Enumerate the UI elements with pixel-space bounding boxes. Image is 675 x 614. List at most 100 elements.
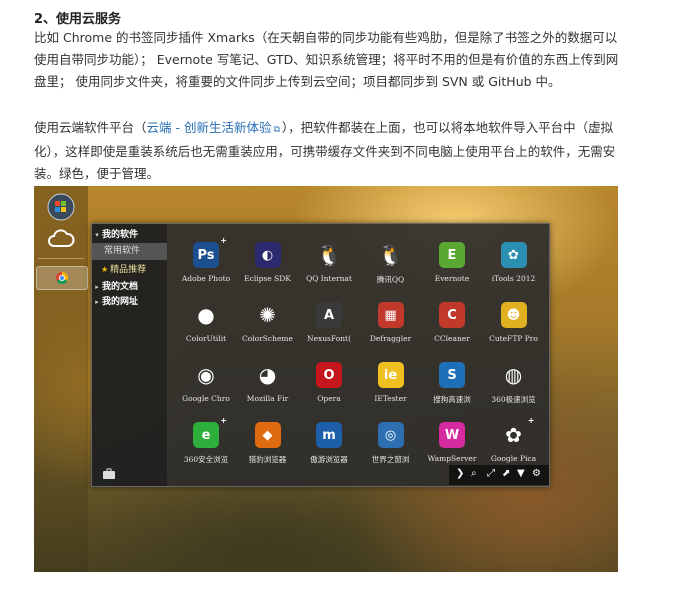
add-plus-icon[interactable]: + [220, 236, 227, 245]
app-tile[interactable]: ✿ iTools 2012 [480, 242, 548, 298]
app-tile[interactable]: O Opera [295, 362, 363, 418]
app-glyph: ◕ [258, 363, 277, 387]
chrome-icon: ◉ [193, 362, 219, 388]
app-glyph: e [201, 427, 211, 443]
app-glyph: ie [383, 367, 398, 383]
app-tile[interactable]: 🐧 QQ Internat [295, 242, 363, 298]
app-tile[interactable]: ◉ Google Chro [172, 362, 240, 418]
picasa-icon: ✿ + [501, 416, 534, 448]
qq-icon: 🐧 [378, 242, 404, 268]
app-label: Adobe Photo [181, 274, 231, 283]
nav-common-software[interactable]: 常用软件 [92, 243, 167, 260]
app-label: Google Pica [490, 454, 537, 463]
app-glyph: Ps [197, 247, 215, 263]
windows-start-icon[interactable] [42, 192, 80, 222]
settings-gear-icon[interactable]: ⚙ [532, 468, 541, 479]
app-tile[interactable]: m 傲游浏览器 [295, 422, 363, 478]
taskbar-divider [38, 258, 84, 259]
cloud-software-panel: ▾ 我的软件 常用软件 ★ 精品推荐 ▸ 我的文档 ▸ 我的网址 Ps + Adobe Ph… [91, 223, 550, 487]
app-glyph: ✿ [505, 423, 522, 447]
qq-icon: 🐧 [316, 242, 342, 268]
app-tile[interactable]: ▦ Defraggler [357, 302, 425, 358]
app-label: Evernote [434, 274, 470, 283]
add-plus-icon[interactable]: + [528, 416, 535, 425]
app-tile[interactable]: e +360安全浏览 [172, 416, 240, 478]
fullscreen-icon[interactable]: ⤢ [487, 468, 495, 479]
app-tile[interactable]: ◍ 360极速浏览 [480, 362, 548, 418]
app-tile[interactable]: ● ColorUtilit [172, 302, 240, 358]
app-tile[interactable]: ✺ ColorScheme [234, 302, 302, 358]
app-tile[interactable]: ◆ 猎豹浏览器 [234, 422, 302, 478]
app-glyph: ▦ [384, 307, 397, 323]
app-tile[interactable]: E Evernote [418, 242, 486, 298]
app-label: 世界之窗浏 [371, 455, 410, 464]
theworld-icon: ◎ [377, 422, 404, 448]
app-label: 搜狗高速浏 [433, 395, 471, 404]
app-glyph: ◎ [384, 427, 397, 443]
nav-my-software[interactable]: ▾ 我的软件 [92, 227, 138, 244]
app-glyph: ● [197, 303, 215, 327]
popout-icon[interactable]: ⬈ [502, 468, 510, 479]
nexusfont-icon: A [316, 302, 342, 328]
app-tile[interactable]: ☻ CuteFTP Pro [480, 302, 548, 358]
eclipse-icon: ◐ [254, 242, 281, 268]
defraggler-icon: ▦ [377, 302, 404, 328]
maxthon-icon: m [316, 422, 342, 448]
add-plus-icon[interactable]: + [220, 416, 227, 425]
app-label: 360安全浏览 [183, 455, 229, 464]
app-glyph: 🐧 [378, 243, 403, 267]
app-tile[interactable]: S 搜狗高速浏 [418, 362, 486, 418]
taskbar-chrome-button[interactable] [36, 266, 88, 290]
app-label: 腾讯QQ [376, 275, 405, 284]
app-glyph: ◐ [261, 247, 274, 263]
app-tile[interactable]: C CCleaner [418, 302, 486, 358]
evernote-icon: E [439, 242, 465, 268]
app-tile[interactable]: ◎ 世界之窗浏 [357, 422, 425, 478]
app-glyph: ◉ [197, 363, 215, 387]
app-glyph: W [444, 427, 460, 443]
firefox-icon: ◕ [255, 362, 281, 388]
desktop-screenshot: ▾ 我的软件 常用软件 ★ 精品推荐 ▸ 我的文档 ▸ 我的网址 Ps + Adobe Ph… [34, 186, 618, 572]
app-label: CCleaner [434, 334, 470, 343]
desktop-taskbar [34, 186, 88, 572]
color-scheme-icon: ✺ [255, 302, 281, 328]
external-link-icon[interactable]: ⧉ [273, 125, 279, 135]
app-label: 傲游浏览器 [310, 455, 348, 464]
app-label: Eclipse SDK [244, 274, 291, 283]
app-glyph: ✺ [259, 303, 276, 327]
liebao-icon: ◆ [254, 422, 281, 448]
app-tile[interactable]: Ps + Adobe Photo [172, 236, 240, 298]
app-tile[interactable]: ie IETester [357, 362, 425, 418]
photoshop-icon: Ps + [193, 236, 227, 268]
chrome-icon [56, 272, 69, 285]
paragraph-text-before: 使用云端软件平台（ [34, 120, 147, 135]
app-label: Opera [317, 394, 341, 403]
app-glyph: O [323, 367, 335, 383]
app-label: QQ Internat [306, 274, 352, 283]
skin-shirt-icon[interactable]: ▼ [517, 468, 525, 479]
360-safe-icon: e + [193, 416, 227, 448]
cloud-platform-link[interactable]: 云端 - 创新生活新体验 [147, 120, 272, 135]
opera-icon: O [316, 362, 342, 388]
app-tile[interactable]: ◕ Mozilla Fir [234, 362, 302, 418]
cuteftp-icon: ☻ [500, 302, 527, 328]
app-label: 360极速浏览 [491, 395, 536, 404]
app-tile[interactable]: ◐ Eclipse SDK [234, 242, 302, 298]
briefcase-icon[interactable] [102, 468, 116, 480]
collapse-arrow-icon: ▸ [95, 298, 99, 306]
app-tile[interactable]: 🐧 腾讯QQ [357, 242, 425, 298]
next-arrow-icon[interactable]: ❯ [456, 468, 464, 479]
wampserver-icon: W [439, 422, 465, 448]
app-glyph: A [323, 307, 335, 323]
expand-arrow-icon: ▾ [95, 231, 99, 239]
cloud-app-icon[interactable] [42, 224, 80, 254]
nav-featured[interactable]: ★ 精品推荐 [92, 261, 167, 278]
itools-icon: ✿ [500, 242, 527, 268]
app-label: Mozilla Fir [246, 394, 289, 403]
app-glyph: m [322, 427, 336, 443]
section-heading: 2、使用云服务 [34, 12, 122, 27]
app-tile[interactable]: A NexusFont( [295, 302, 363, 358]
search-icon[interactable]: ⌕ [471, 468, 477, 479]
app-label: CuteFTP Pro [489, 334, 538, 343]
nav-my-sites[interactable]: ▸ 我的网址 [92, 294, 138, 311]
